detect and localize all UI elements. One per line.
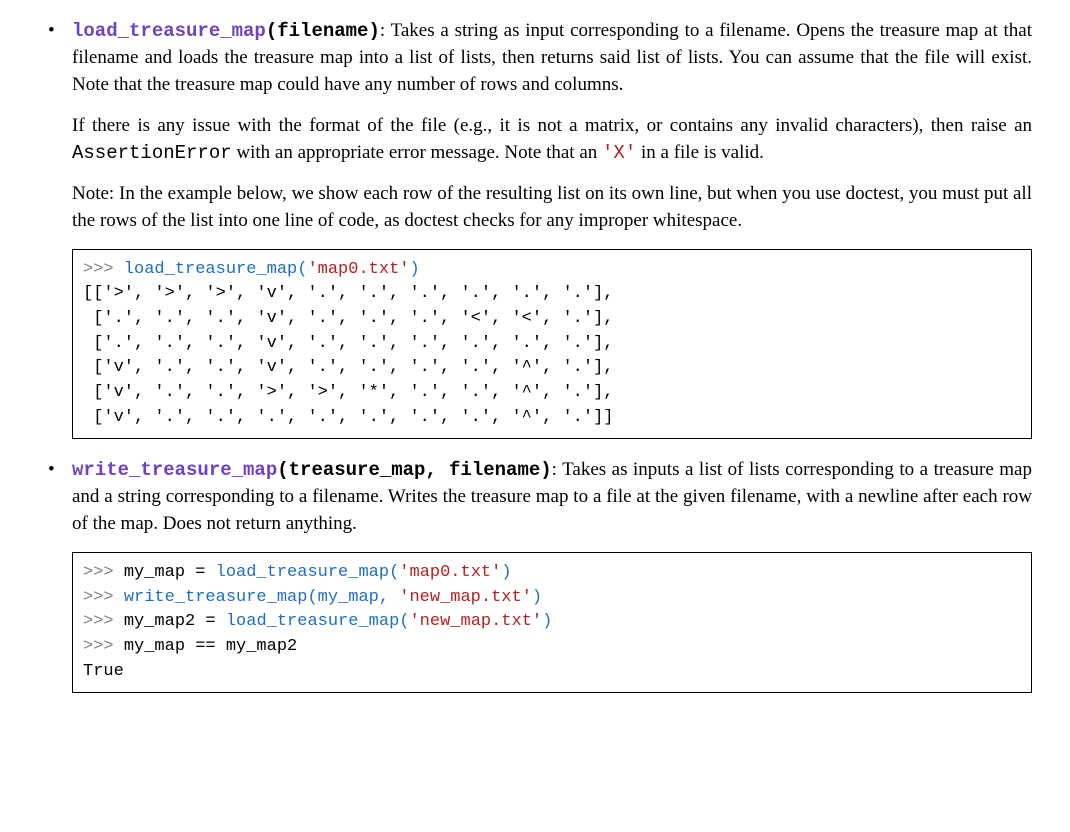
repl-call-func: load_treasure_map(	[124, 260, 308, 279]
para-write-intro: write_treasure_map(treasure_map, filenam…	[72, 457, 1032, 538]
repl-l2-close: )	[532, 588, 542, 607]
repl-prompt: >>>	[83, 563, 124, 582]
para-load-intro: load_treasure_map(filename): Takes a str…	[72, 18, 1032, 99]
func-item-write-treasure-map: write_treasure_map(treasure_map, filenam…	[38, 457, 1032, 693]
codebox-load-example: >>> load_treasure_map('map0.txt') [['>',…	[72, 249, 1032, 439]
repl-prompt: >>>	[83, 637, 124, 656]
para-load-errors: If there is any issue with the format of…	[72, 113, 1032, 167]
code-x-literal: 'X'	[602, 142, 636, 164]
repl-prompt: >>>	[83, 612, 124, 631]
text-load-note: Note: In the example below, we show each…	[72, 183, 1032, 231]
repl-l3-pre: my_map2 =	[124, 612, 226, 631]
para-load-note: Note: In the example below, we show each…	[72, 181, 1032, 235]
func-item-load-treasure-map: load_treasure_map(filename): Takes a str…	[38, 18, 1032, 439]
func-name-load: load_treasure_map	[72, 20, 266, 42]
repl-call-arg: 'map0.txt'	[307, 260, 409, 279]
repl-call-close: )	[409, 260, 419, 279]
repl-l1-func: load_treasure_map(	[216, 563, 400, 582]
repl-prompt: >>>	[83, 588, 124, 607]
repl-l4-text: my_map == my_map2	[124, 637, 297, 656]
repl-prompt: >>>	[83, 260, 124, 279]
func-sig-load: (filename)	[266, 20, 380, 42]
text-load-err-c: in a file is valid.	[636, 142, 764, 163]
document-page: load_treasure_map(filename): Takes a str…	[0, 0, 1070, 731]
code-assertion-error: AssertionError	[72, 142, 232, 164]
codebox-write-example: >>> my_map = load_treasure_map('map0.txt…	[72, 552, 1032, 693]
text-load-err-b: with an appropriate error message. Note …	[232, 142, 602, 163]
repl-l3-func: load_treasure_map(	[226, 612, 410, 631]
repl-output: [['>', '>', '>', 'v', '.', '.', '.', '.'…	[83, 284, 614, 426]
repl-l2-arg: 'new_map.txt'	[399, 588, 532, 607]
repl-l3-arg: 'new_map.txt'	[409, 612, 542, 631]
func-sig-write: (treasure_map, filename)	[277, 459, 551, 481]
repl-l2-func: write_treasure_map(my_map,	[124, 588, 399, 607]
repl-l5-text: True	[83, 662, 124, 681]
func-name-write: write_treasure_map	[72, 459, 277, 481]
function-list: load_treasure_map(filename): Takes a str…	[38, 18, 1032, 693]
repl-l1-pre: my_map =	[124, 563, 216, 582]
repl-l1-arg: 'map0.txt'	[399, 563, 501, 582]
repl-l1-close: )	[501, 563, 511, 582]
text-load-err-a: If there is any issue with the format of…	[72, 115, 1032, 136]
repl-l3-close: )	[542, 612, 552, 631]
